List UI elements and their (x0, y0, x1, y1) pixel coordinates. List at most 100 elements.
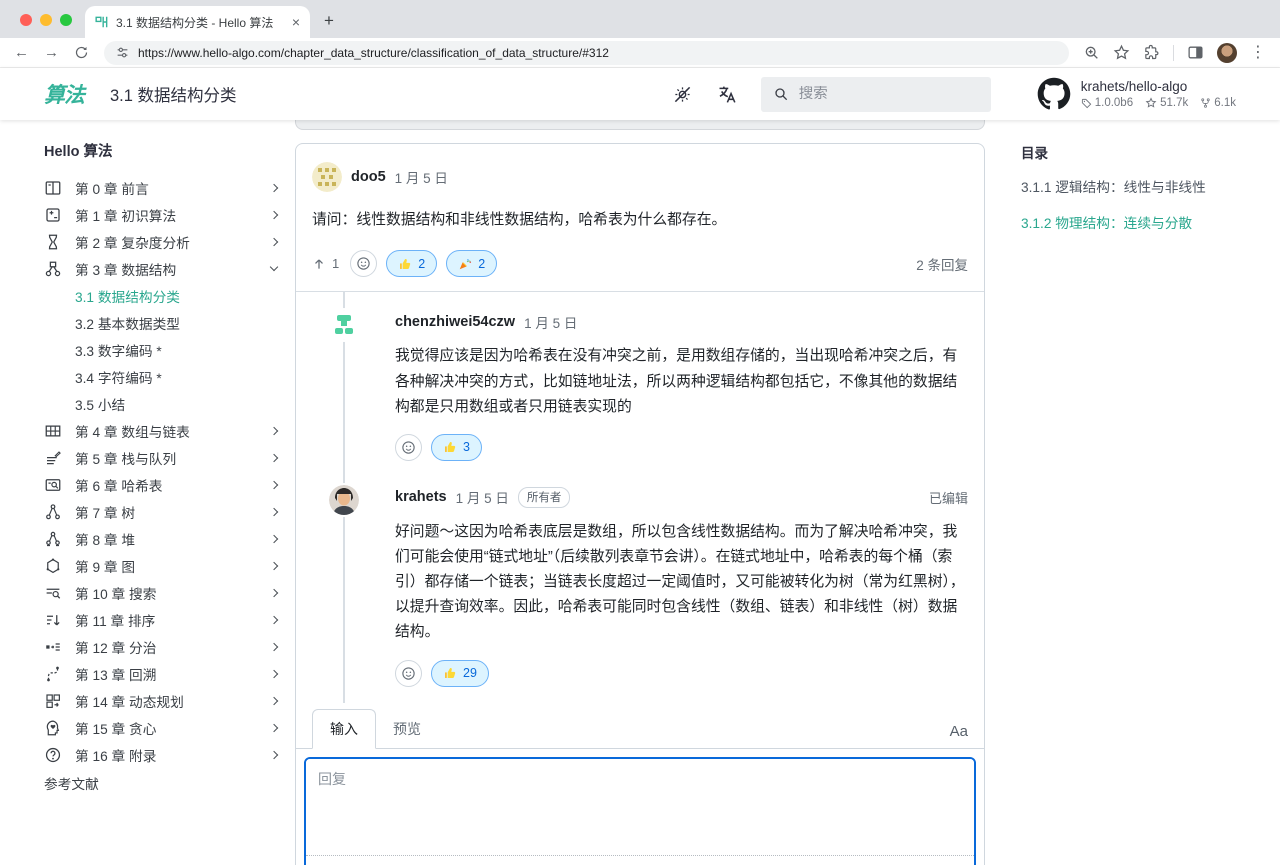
sidebar-item-chapter-0[interactable]: 第 0 章 前言 (44, 174, 285, 201)
chevron-right-icon[interactable] (270, 642, 278, 650)
chevron-right-icon[interactable] (270, 534, 278, 542)
search-input[interactable] (799, 86, 949, 102)
zoom-search-icon[interactable] (1084, 45, 1100, 61)
chrome-menu-icon[interactable]: ⋮ (1250, 45, 1266, 61)
chevron-right-icon[interactable] (270, 507, 278, 515)
reaction-thumbs-up[interactable]: 2 (386, 250, 437, 277)
search-box[interactable] (761, 77, 991, 112)
site-logo[interactable]: 算法 (44, 79, 84, 109)
forward-icon[interactable]: → (44, 45, 59, 60)
chevron-right-icon[interactable] (270, 696, 278, 704)
sidebar-item-references[interactable]: 参考文献 (44, 769, 285, 796)
tab-preview[interactable]: 预览 (376, 710, 438, 748)
bookmark-star-icon[interactable] (1113, 44, 1130, 61)
search-list-icon (44, 584, 62, 602)
profile-avatar[interactable] (1217, 43, 1237, 63)
sidebar-item-3-2[interactable]: 3.2 基本数据类型 (75, 309, 285, 336)
sidebar-item-chapter-11[interactable]: 第 11 章 排序 (44, 606, 285, 633)
window-minimize-button[interactable] (40, 14, 52, 26)
star-icon (1145, 97, 1157, 109)
extensions-icon[interactable] (1143, 44, 1160, 61)
sidebar-item-chapter-6[interactable]: 第 6 章 哈希表 (44, 471, 285, 498)
sidebar-item-chapter-9[interactable]: 第 9 章 图 (44, 552, 285, 579)
comment-author[interactable]: doo5 (351, 169, 386, 185)
new-tab-button[interactable]: + (324, 11, 334, 31)
sidebar-item-chapter-7[interactable]: 第 7 章 树 (44, 498, 285, 525)
sidebar-item-chapter-3[interactable]: 第 3 章 数据结构 (44, 255, 285, 282)
window-zoom-button[interactable] (60, 14, 72, 26)
sidebar-item-chapter-4[interactable]: 第 4 章 数组与链表 (44, 417, 285, 444)
chevron-right-icon[interactable] (270, 723, 278, 731)
avatar[interactable] (329, 310, 359, 340)
sidebar-item-chapter-12[interactable]: 第 12 章 分治 (44, 633, 285, 660)
sidebar-item-chapter-13[interactable]: 第 13 章 回溯 (44, 660, 285, 687)
repo-name[interactable]: krahets/hello-algo (1081, 79, 1236, 94)
theme-toggle-icon[interactable] (673, 85, 692, 104)
comment-author[interactable]: krahets (395, 489, 447, 505)
chevron-right-icon[interactable] (270, 426, 278, 434)
sidebar-item-chapter-2[interactable]: 第 2 章 复杂度分析 (44, 228, 285, 255)
avatar[interactable] (312, 162, 342, 192)
sidebar-item-3-5[interactable]: 3.5 小结 (75, 390, 285, 417)
comment-author[interactable]: chenzhiwei54czw (395, 314, 515, 330)
comment-body: 好问题～这因为哈希表底层是数组，所以包含线性数据结构。而为了解决哈希冲突，我们可… (371, 520, 968, 646)
chevron-down-icon[interactable] (270, 263, 278, 271)
toc-item-3-1-2[interactable]: 3.1.2 物理结构：连续与分散 (1021, 212, 1270, 232)
sidebar-item-chapter-10[interactable]: 第 10 章 搜索 (44, 579, 285, 606)
reaction-thumbs-up[interactable]: 3 (431, 434, 482, 461)
upvote-arrow-icon[interactable] (312, 257, 326, 271)
window-close-button[interactable] (20, 14, 32, 26)
upvote-control[interactable]: 1 (312, 256, 339, 271)
chevron-right-icon[interactable] (270, 750, 278, 758)
chevron-right-icon[interactable] (270, 669, 278, 677)
smiley-icon (401, 666, 416, 681)
tab-close-icon[interactable]: × (292, 14, 300, 30)
editor-tab-bar: 输入 预览 Aa (296, 703, 984, 749)
tab-write[interactable]: 输入 (312, 709, 376, 749)
chevron-right-icon[interactable] (270, 561, 278, 569)
editor-footer (306, 856, 974, 865)
chevron-right-icon[interactable] (270, 480, 278, 488)
comment-body: 我觉得应该是因为哈希表在没有冲突之前，是用数组存储的，当出现哈希冲突之后，有各种… (371, 344, 968, 419)
sidebar-title[interactable]: Hello 算法 (44, 140, 285, 161)
search-icon (773, 86, 789, 102)
sidebar-item-chapter-15[interactable]: 第 15 章 贪心 (44, 714, 285, 741)
chevron-right-icon[interactable] (270, 183, 278, 191)
url-text[interactable]: https://www.hello-algo.com/chapter_data_… (138, 46, 609, 60)
comment-date[interactable]: 1 月 5 日 (524, 312, 577, 332)
reaction-count: 29 (463, 666, 477, 680)
window-controls[interactable] (20, 14, 72, 26)
sidebar-item-chapter-5[interactable]: 第 5 章 栈与队列 (44, 444, 285, 471)
text-format-icon[interactable]: Aa (950, 723, 968, 748)
add-reaction-button[interactable] (395, 660, 422, 687)
add-reaction-button[interactable] (395, 434, 422, 461)
reaction-party[interactable]: 2 (446, 250, 497, 277)
back-icon[interactable]: ← (14, 45, 29, 60)
sidebar-item-3-4[interactable]: 3.4 字符编码 * (75, 363, 285, 390)
github-repo-link[interactable]: krahets/hello-algo 1.0.0b6 51.7k 6.1k (1037, 77, 1236, 111)
browser-tab[interactable]: 3.1 数据结构分类 - Hello 算法 × (85, 6, 310, 38)
sidebar-item-3-3[interactable]: 3.3 数字编码 * (75, 336, 285, 363)
comment-date[interactable]: 1 月 5 日 (456, 487, 509, 507)
chevron-right-icon[interactable] (270, 237, 278, 245)
add-reaction-button[interactable] (350, 250, 377, 277)
sidebar-item-3-1[interactable]: 3.1 数据结构分类 (75, 282, 285, 309)
comment-date[interactable]: 1 月 5 日 (395, 167, 448, 187)
toc-item-3-1-1[interactable]: 3.1.1 逻辑结构：线性与非线性 (1021, 176, 1270, 196)
sidebar-item-chapter-1[interactable]: 第 1 章 初识算法 (44, 201, 285, 228)
sidebar-item-chapter-16[interactable]: 第 16 章 附录 (44, 741, 285, 768)
avatar[interactable] (329, 485, 359, 515)
site-settings-icon[interactable] (116, 46, 129, 59)
reload-icon[interactable] (74, 45, 89, 60)
reply-textarea[interactable] (306, 759, 974, 856)
translate-icon[interactable] (716, 84, 737, 105)
chevron-right-icon[interactable] (270, 210, 278, 218)
url-field[interactable]: https://www.hello-algo.com/chapter_data_… (104, 41, 1069, 65)
side-panel-icon[interactable] (1187, 44, 1204, 61)
reaction-thumbs-up[interactable]: 29 (431, 660, 489, 687)
chevron-right-icon[interactable] (270, 588, 278, 596)
chevron-right-icon[interactable] (270, 453, 278, 461)
chevron-right-icon[interactable] (270, 615, 278, 623)
sidebar-item-chapter-14[interactable]: 第 14 章 动态规划 (44, 687, 285, 714)
sidebar-item-chapter-8[interactable]: 第 8 章 堆 (44, 525, 285, 552)
